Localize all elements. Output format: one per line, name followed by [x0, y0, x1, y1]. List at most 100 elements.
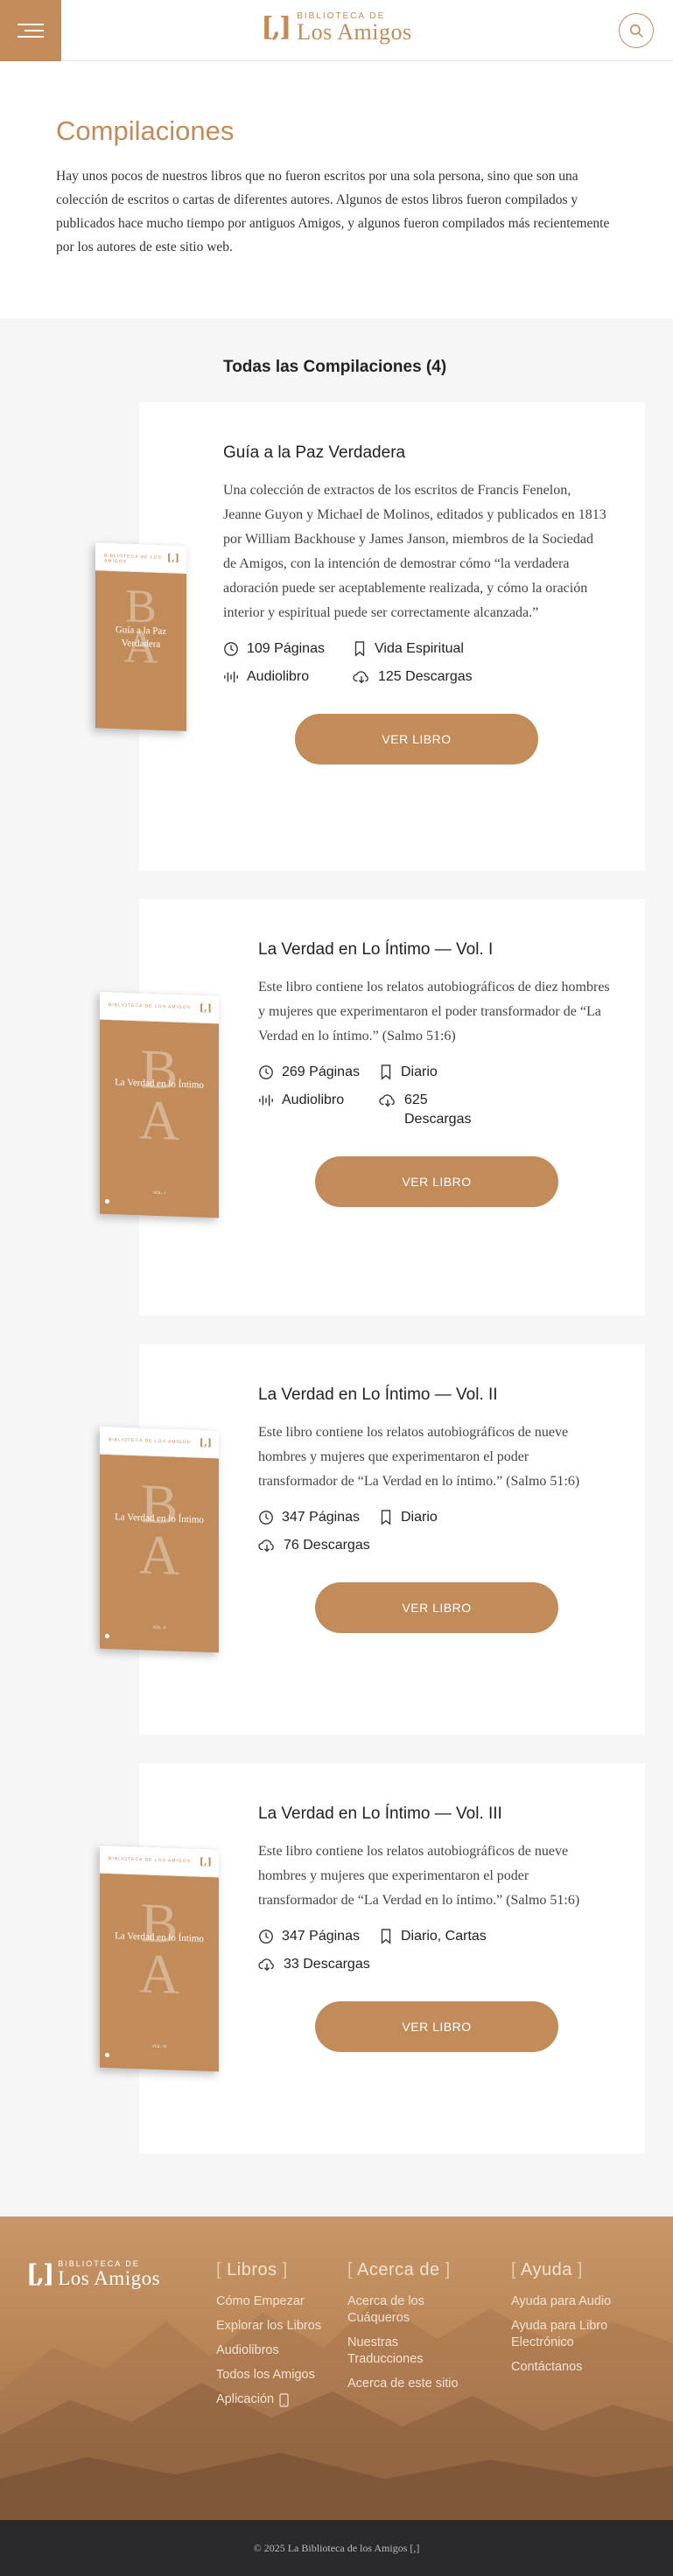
footer-column-title: [ Ayuda ]	[511, 2260, 583, 2279]
logo-wordmark: BIBLIOTECA DE Los Amigos	[297, 12, 411, 44]
footer-link[interactable]: Ayuda para Audio	[511, 2293, 642, 2310]
cover-logo-mark: [,]	[199, 1436, 212, 1449]
book-cover-image[interactable]: BIBLIOTECA DE LOS AMIGOS [,] BA La Verdad…	[100, 991, 219, 1218]
site-footer: [,] BIBLIOTECA DE Los Amigos [ Libros ] …	[0, 2216, 673, 2520]
view-book-button[interactable]: VER LIBRO	[295, 714, 538, 764]
search-icon	[629, 24, 643, 38]
footer-logo-wordmark: BIBLIOTECA DE Los Amigos	[58, 2260, 160, 2289]
book-title[interactable]: Guía a la Paz Verdadera	[223, 443, 610, 463]
pages-info: 347 Páginas	[258, 1508, 379, 1527]
downloads-count: 33 Descargas	[284, 1957, 370, 1972]
bookmark-icon	[381, 1929, 391, 1944]
search-button[interactable]	[619, 13, 654, 48]
book-card-body: Guía a la Paz Verdadera Una colección de…	[139, 402, 645, 801]
category-label: Diario	[401, 1065, 438, 1079]
cover-logo-mark: [,]	[199, 1855, 212, 1868]
cover-header: BIBLIOTECA DE LOS AMIGOS [,]	[100, 1426, 219, 1459]
pages-info: 109 Páginas	[223, 639, 353, 659]
book-cover-image[interactable]: BIBLIOTECA DE LOS AMIGOS [,] BA La Verdad…	[100, 1426, 219, 1653]
category-info: Vida Espiritual	[353, 639, 610, 659]
cover-dot	[105, 1198, 109, 1204]
logo-bottom-text: Los Amigos	[297, 19, 412, 45]
footer-link[interactable]: Explorar los Libros	[216, 2318, 326, 2335]
list-heading: Todas las Compilaciones (4)	[223, 358, 447, 376]
book-description: Este libro contiene los relatos autobiog…	[258, 1844, 580, 1908]
cover-title: Guía a la Paz Verdadera	[115, 624, 167, 650]
book-meta: 347 Páginas Diario, Cartas 33 Descargas	[258, 1927, 610, 1974]
book-meta: 109 Páginas Vida Espiritual Audiolibro 1…	[223, 639, 610, 687]
view-book-button[interactable]: VER LIBRO	[315, 2001, 558, 2052]
downloads-count: 76 Descargas	[284, 1538, 370, 1553]
downloads-info: 33 Descargas	[258, 1955, 379, 1974]
footer-link-app[interactable]: Aplicación	[216, 2391, 326, 2408]
pages-info: 347 Páginas	[258, 1927, 379, 1946]
clock-icon	[259, 1511, 273, 1525]
footer-link[interactable]: Ayuda para Libro Electrónico	[511, 2318, 642, 2351]
audio-wave-icon	[259, 1094, 273, 1106]
book-card: BIBLIOTECA DE LOS AMIGOS [,] BA Guía a la…	[95, 402, 645, 870]
intro-section: Compilaciones Hay unos pocos de nuestros…	[0, 61, 673, 318]
clock-icon	[259, 1065, 273, 1079]
downloads-count: 125 Descargas	[378, 669, 473, 684]
footer-column-ayuda: [ Ayuda ] Ayuda para Audio Ayuda para Li…	[511, 2260, 642, 2384]
book-title[interactable]: La Verdad en Lo Íntimo — Vol. III	[258, 1805, 610, 1824]
site-logo[interactable]: [,] BIBLIOTECA DE Los Amigos	[261, 12, 411, 44]
page-title: Compilaciones	[56, 115, 235, 146]
cover-logo-mark: [,]	[199, 1002, 212, 1015]
category-label: Diario	[401, 1510, 438, 1525]
footer-link[interactable]: Acerca de este sitio	[347, 2376, 470, 2392]
book-card: BIBLIOTECA DE LOS AMIGOS [,] BA La Verdad…	[100, 1344, 645, 1735]
pages-info: 269 Páginas	[258, 1063, 379, 1082]
pages-count: 347 Páginas	[282, 1929, 360, 1944]
cover-dot	[105, 1633, 109, 1639]
footer-link[interactable]: Acerca de los Cuáqueros	[347, 2293, 470, 2327]
cloud-download-icon	[258, 1958, 274, 1972]
menu-button[interactable]	[0, 0, 61, 61]
audio-wave-icon	[224, 671, 238, 683]
category-label: Vida Espiritual	[375, 641, 464, 656]
book-title[interactable]: La Verdad en Lo Íntimo — Vol. II	[258, 1386, 610, 1405]
cover-publisher-text: BIBLIOTECA DE LOS AMIGOS	[109, 1855, 192, 1865]
book-card: BIBLIOTECA DE LOS AMIGOS [,] BA La Verdad…	[100, 1763, 645, 2154]
footer-link[interactable]: Cómo Empezar	[216, 2293, 326, 2310]
category-info: Diario, Cartas	[379, 1927, 610, 1946]
footer-column-title: [ Acerca de ]	[347, 2260, 451, 2279]
downloads-info: 76 Descargas	[258, 1536, 379, 1555]
cover-monogram: BA	[138, 1037, 180, 1152]
view-book-button[interactable]: VER LIBRO	[315, 1156, 558, 1207]
footer-link[interactable]: Todos los Amigos	[216, 2367, 326, 2384]
cloud-download-icon	[379, 1094, 395, 1107]
hamburger-icon-line	[25, 30, 44, 31]
footer-logo[interactable]: [,] BIBLIOTECA DE Los Amigos	[26, 2259, 160, 2289]
clock-icon	[224, 642, 238, 656]
intro-text: Hay unos pocos de nuestros libros que no…	[56, 169, 610, 255]
hamburger-icon-line	[18, 36, 44, 38]
pages-count: 347 Páginas	[282, 1510, 360, 1525]
view-book-button[interactable]: VER LIBRO	[315, 1582, 558, 1633]
footer-column-libros: [ Libros ] Cómo Empezar Explorar los Lib…	[216, 2260, 326, 2416]
compilations-list: Todas las Compilaciones (4) BIBLIOTECA D…	[0, 318, 673, 2216]
bookmark-icon	[381, 1510, 391, 1525]
cover-volume: VOL. II	[152, 1624, 166, 1631]
downloads-info: 625 Descargas	[379, 1091, 610, 1129]
downloads-count: 625 Descargas	[404, 1093, 472, 1127]
audiobook-label: Audiolibro	[247, 669, 310, 684]
cover-publisher-text: BIBLIOTECA DE LOS AMIGOS	[109, 1436, 192, 1446]
footer-link[interactable]: Nuestras Traducciones	[347, 2335, 470, 2368]
audiobook-label: Audiolibro	[282, 1093, 345, 1107]
footer-link[interactable]: Audiolibros	[216, 2342, 326, 2359]
book-card: BIBLIOTECA DE LOS AMIGOS [,] BA La Verdad…	[100, 899, 645, 1316]
book-cover-image[interactable]: BIBLIOTECA DE LOS AMIGOS [,] BA La Verdad…	[100, 1845, 219, 2072]
book-title[interactable]: La Verdad en Lo Íntimo — Vol. I	[258, 940, 610, 960]
book-cover-image[interactable]: BIBLIOTECA DE LOS AMIGOS [,] BA Guía a la…	[95, 542, 186, 731]
footer-logo-mark: [,]	[26, 2259, 54, 2288]
book-description: Este libro contiene los relatos autobiog…	[258, 980, 610, 1044]
book-description: Este libro contiene los relatos autobiog…	[258, 1425, 580, 1489]
bookmark-icon	[354, 641, 365, 657]
footer-link[interactable]: Contáctanos	[511, 2359, 642, 2376]
cloud-download-icon	[258, 1539, 274, 1553]
footer-column-acerca: [ Acerca de ] Acerca de los Cuáqueros Nu…	[347, 2260, 470, 2400]
cover-volume: VOL. I	[152, 1190, 166, 1197]
book-meta: 269 Páginas Diario Audiolibro 625 Descar…	[258, 1063, 610, 1129]
cover-header: BIBLIOTECA DE LOS AMIGOS [,]	[100, 991, 219, 1024]
